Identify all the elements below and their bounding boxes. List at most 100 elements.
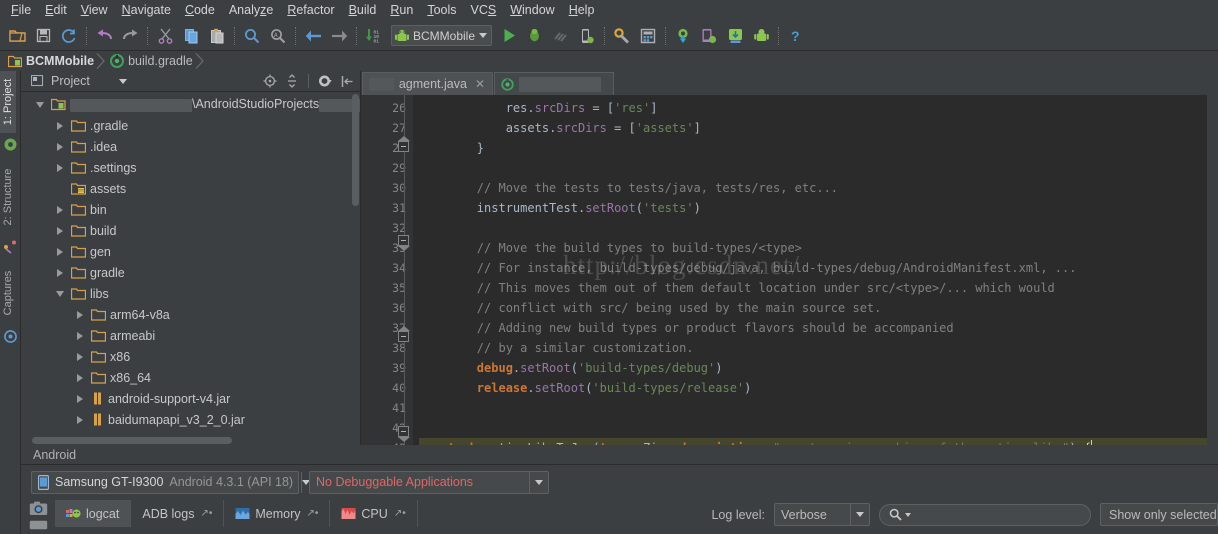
redo-icon[interactable] xyxy=(119,25,141,47)
code-line[interactable]: } xyxy=(419,138,1218,158)
code-line[interactable]: // Move the build types to build-types/<… xyxy=(419,238,1218,258)
paste-icon[interactable] xyxy=(206,25,228,47)
menu-item-help[interactable]: Help xyxy=(562,1,602,19)
project-tree[interactable]: \AndroidStudioProjectsur .gradle .idea .set… xyxy=(21,92,360,445)
tree-node[interactable]: gen xyxy=(21,241,360,262)
chevron-down-icon[interactable] xyxy=(905,512,911,517)
chevron-right-icon[interactable] xyxy=(73,331,87,340)
chevron-right-icon[interactable] xyxy=(73,373,87,382)
menu-item-tools[interactable]: Tools xyxy=(420,1,463,19)
sidebar-item-structure[interactable]: 2: Structure xyxy=(0,157,16,237)
sync-gradle-icon[interactable] xyxy=(672,25,694,47)
chevron-down-icon[interactable] xyxy=(33,101,47,108)
tree-node[interactable]: gradle xyxy=(21,262,360,283)
sidebar-item-project[interactable]: 1: Project xyxy=(0,71,16,133)
chevron-right-icon[interactable] xyxy=(53,226,67,235)
menu-item-vcs[interactable]: VCS xyxy=(464,1,504,19)
editor-gutter[interactable]: 262728293031323334353637383940414243 xyxy=(361,95,413,445)
code-line[interactable] xyxy=(419,398,1218,418)
save-all-icon[interactable] xyxy=(32,25,54,47)
fold-column[interactable] xyxy=(395,95,413,445)
chevron-down-icon[interactable] xyxy=(479,33,488,38)
replace-icon[interactable]: A xyxy=(267,25,289,47)
chevron-right-icon[interactable] xyxy=(73,352,87,361)
tab-adb-logs[interactable]: ADB logs ↗• xyxy=(131,500,225,527)
settings-icon[interactable] xyxy=(317,73,334,90)
chevron-right-icon[interactable] xyxy=(73,310,87,319)
chevron-right-icon[interactable] xyxy=(53,163,67,172)
logcat-search-input[interactable] xyxy=(879,503,1091,526)
run-configuration-selector[interactable]: BCMMobile xyxy=(391,25,493,46)
screenshot-icon[interactable] xyxy=(29,501,48,516)
hide-icon[interactable] xyxy=(339,73,356,90)
code-line[interactable]: release.setRoot('build-types/release') xyxy=(419,378,1218,398)
detach-icon[interactable]: ↗• xyxy=(394,508,406,519)
code-line[interactable]: // This moves them out of them default l… xyxy=(419,278,1218,298)
chevron-right-icon[interactable] xyxy=(73,394,87,403)
code-content[interactable]: http://blog.csdn.net/ res.srcDirs = ['re… xyxy=(413,95,1218,445)
chevron-right-icon[interactable] xyxy=(53,205,67,214)
target-icon[interactable] xyxy=(261,73,278,90)
coverage-icon[interactable] xyxy=(550,25,572,47)
menu-item-analyze[interactable]: Analyze xyxy=(222,1,280,19)
menu-item-window[interactable]: Window xyxy=(503,1,561,19)
debug-icon[interactable] xyxy=(524,25,546,47)
menu-item-view[interactable]: View xyxy=(74,1,115,19)
menu-item-file[interactable]: File xyxy=(4,1,38,19)
code-line[interactable]: // by a similar customization. xyxy=(419,338,1218,358)
code-line[interactable] xyxy=(419,158,1218,178)
fold-marker[interactable] xyxy=(398,426,410,442)
code-line[interactable]: instrumentTest.setRoot('tests') xyxy=(419,198,1218,218)
chevron-right-icon[interactable] xyxy=(53,121,67,130)
sdk-manager-icon[interactable] xyxy=(611,25,633,47)
tree-node[interactable]: .gradle xyxy=(21,115,360,136)
fold-marker[interactable] xyxy=(398,136,410,152)
detach-icon[interactable]: ↗• xyxy=(307,508,319,519)
tree-node[interactable]: \AndroidStudioProjectsur xyxy=(21,94,360,115)
android-icon[interactable] xyxy=(750,25,772,47)
menu-item-edit[interactable]: Edit xyxy=(38,1,74,19)
gradle-tool-icon[interactable] xyxy=(3,137,18,152)
chevron-right-icon[interactable] xyxy=(73,415,87,424)
project-tree-horizontal-scrollbar[interactable] xyxy=(32,437,232,444)
project-tree-vertical-scrollbar[interactable] xyxy=(352,94,359,206)
code-line[interactable]: // For instance, build-types/debug/java,… xyxy=(419,258,1218,278)
avd-manager-icon[interactable] xyxy=(637,25,659,47)
sync-icon[interactable] xyxy=(58,25,80,47)
code-line[interactable]: task nativeLibsToJar(type: Zip, descript… xyxy=(419,438,1218,445)
run-icon[interactable] xyxy=(498,25,520,47)
code-line[interactable]: debug.setRoot('build-types/debug') xyxy=(419,358,1218,378)
tree-node[interactable]: x86 xyxy=(21,346,360,367)
chevron-right-icon[interactable] xyxy=(53,247,67,256)
log-level-selector[interactable]: Verbose xyxy=(774,503,870,526)
tree-node[interactable]: baidumapapi_v3_2_0.jar xyxy=(21,409,360,430)
chevron-right-icon[interactable] xyxy=(53,142,67,151)
tree-node[interactable]: x86_64 xyxy=(21,367,360,388)
application-selector-dropdown[interactable] xyxy=(529,471,548,493)
detach-icon[interactable]: ↗• xyxy=(200,508,212,519)
close-icon[interactable]: ✕ xyxy=(475,77,485,91)
collapse-all-icon[interactable] xyxy=(283,73,300,90)
show-only-selected-application-button[interactable]: Show only selected application xyxy=(1100,503,1218,526)
code-editor[interactable]: 262728293031323334353637383940414243 htt… xyxy=(361,95,1218,445)
tree-node[interactable]: armeabi xyxy=(21,325,360,346)
menu-item-run[interactable]: Run xyxy=(383,1,420,19)
editor-tab-gradle[interactable] xyxy=(494,72,614,95)
sdk-download-icon[interactable] xyxy=(724,25,746,47)
tree-node[interactable]: build xyxy=(21,220,360,241)
compile-icon[interactable]: 01 10 01 xyxy=(363,25,385,47)
code-line[interactable] xyxy=(419,218,1218,238)
log-level-dropdown[interactable] xyxy=(850,504,869,525)
application-selector[interactable]: No Debuggable Applications xyxy=(309,470,549,494)
menu-item-code[interactable]: Code xyxy=(178,1,222,19)
help-icon[interactable]: ? xyxy=(785,25,807,47)
find-icon[interactable] xyxy=(241,25,263,47)
tree-node[interactable]: assets xyxy=(21,178,360,199)
copy-icon[interactable] xyxy=(180,25,202,47)
tree-node[interactable]: .settings xyxy=(21,157,360,178)
device-selector[interactable]: Samsung GT-I9300 Android 4.3.1 (API 18) xyxy=(31,470,311,494)
tab-logcat[interactable]: logcat xyxy=(55,500,132,527)
fold-marker[interactable] xyxy=(398,235,410,251)
editor-vertical-scrollbar[interactable] xyxy=(1207,95,1218,445)
tab-cpu[interactable]: CPU ↗• xyxy=(330,500,418,527)
